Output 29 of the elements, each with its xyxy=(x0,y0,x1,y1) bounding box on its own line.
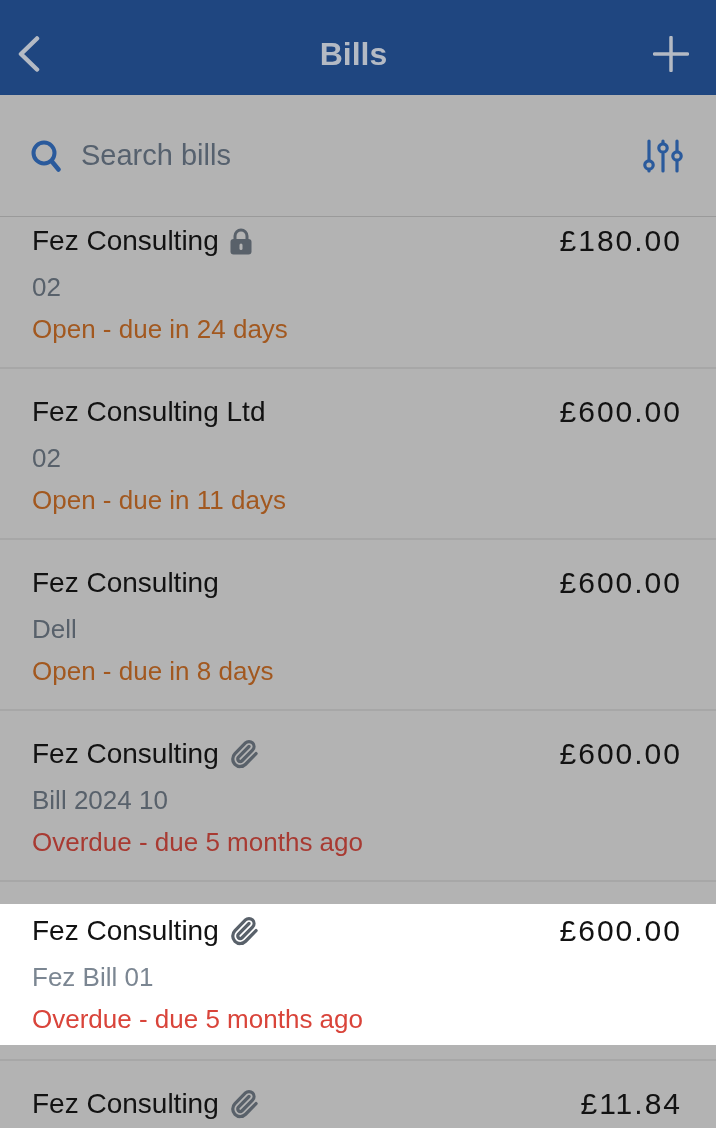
supplier-name: Fez Consulting Ltd xyxy=(32,395,266,429)
bill-amount: £600.00 xyxy=(559,913,682,949)
page-title: Bills xyxy=(319,34,388,74)
bill-amount: £180.00 xyxy=(559,223,682,259)
bill-status: Open - due in 24 days xyxy=(32,313,289,346)
bill-amount: £600.00 xyxy=(559,736,682,772)
supplier-name: Fez Consulting xyxy=(32,737,219,771)
bill-amount: £600.00 xyxy=(559,565,682,601)
bill-reference: 02 xyxy=(32,442,62,475)
bill-status: Overdue - due 5 months ago xyxy=(32,1003,364,1036)
plus-icon[interactable] xyxy=(653,35,689,72)
bill-status: Open - due in 8 days xyxy=(32,655,275,688)
sliders-icon[interactable] xyxy=(643,138,683,173)
bill-status: Overdue - due 5 months ago xyxy=(32,826,364,859)
search-field[interactable]: Search bills xyxy=(81,133,623,178)
bill-amount: £600.00 xyxy=(559,394,682,430)
bill-reference: 02 xyxy=(32,271,62,304)
supplier-name: Fez Consulting xyxy=(32,566,219,600)
supplier-name: Fez Consulting xyxy=(32,914,219,948)
bill-reference: Dell xyxy=(32,613,78,646)
search-icon xyxy=(31,139,61,172)
bill-amount: £11.84 xyxy=(580,1086,682,1122)
back-icon[interactable] xyxy=(18,35,40,72)
bill-row[interactable]: Fez Consulting Fez Bill 01 Overdue - due 5 months ago £600.00 xyxy=(0,904,716,1045)
supplier-name: Fez Consulting xyxy=(32,1087,219,1121)
bill-reference: Bill 2024 10 xyxy=(32,784,169,817)
bill-reference: Fez Bill 01 xyxy=(32,961,155,994)
bill-status: Open - due in 11 days xyxy=(32,484,287,517)
supplier-name: Fez Consulting xyxy=(32,224,219,258)
